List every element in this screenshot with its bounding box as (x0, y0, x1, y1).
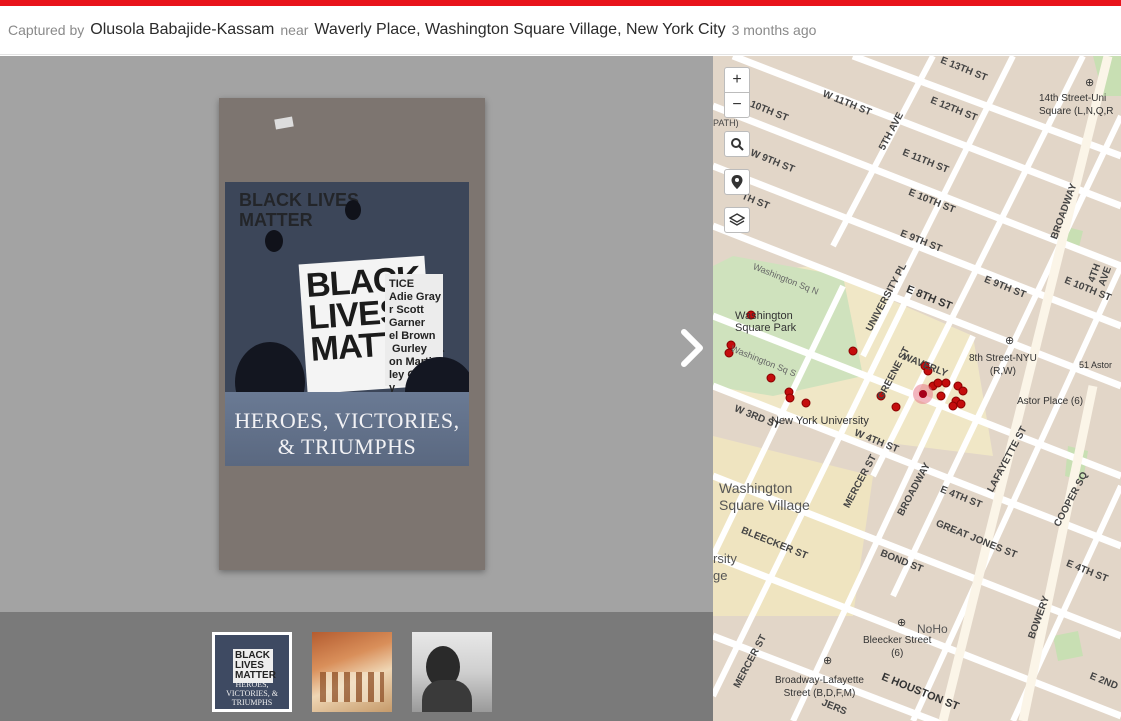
map[interactable]: E 13TH ST W 11TH ST E 12TH ST 10TH ST 5T… (713, 56, 1121, 721)
thumbnail-1-caption: HEROES, VICTORIES, & TRIUMPHS (226, 680, 278, 707)
thumbnail-2[interactable] (312, 632, 392, 712)
place-label-washington-sq-village: Washington Square Village (719, 480, 810, 513)
place-label-union-sq-station: 14th Street-Uni Square (L,N,Q,R (1039, 93, 1114, 117)
place-label-broadway-lafayette: Broadway-Lafayette Street (B,D,F,M) (775, 675, 864, 699)
search-icon (731, 138, 744, 151)
place-label-rsity: rsity ge (713, 551, 737, 583)
place-label-51-astor: 51 Astor (1079, 360, 1113, 370)
timestamp: 3 months ago (731, 22, 817, 38)
subway-icon: ⊕ (1085, 77, 1095, 89)
map-search-button[interactable] (724, 131, 750, 157)
photo-viewer: BLACK LIVES MATTER BLACK LIVES MATTER TI… (0, 56, 713, 612)
place-label-bleecker-station: Bleecker Street (6) (863, 635, 932, 659)
photo-caption-bar: Captured by Olusola Babajide-Kassam near… (0, 6, 1121, 55)
author-link[interactable]: Olusola Babajide-Kassam (90, 21, 274, 39)
place-label-astor-place: Astor Place (6) (1017, 396, 1084, 407)
street-label: PATH) (713, 118, 739, 128)
map-layers-button[interactable] (724, 207, 750, 233)
near-label: near (280, 22, 309, 38)
zoom-in-button[interactable]: + (724, 67, 750, 93)
subway-icon: ⊕ (823, 655, 833, 667)
zoom-out-button[interactable]: − (724, 92, 750, 118)
poster: BLACK LIVES MATTER BLACK LIVES MATTER TI… (225, 182, 469, 466)
place-label-nyu: New York University (771, 415, 869, 427)
thumbnail-strip: BLACK LIVES MATTER HEROES, VICTORIES, & … (0, 612, 713, 721)
thumbnail-3[interactable] (412, 632, 492, 712)
main-photo: BLACK LIVES MATTER BLACK LIVES MATTER TI… (219, 98, 485, 570)
map-pin-icon (731, 175, 743, 189)
map-locate-button[interactable] (724, 169, 750, 195)
subway-icon: ⊕ (897, 617, 907, 629)
layers-icon (729, 213, 745, 226)
next-arrow-icon[interactable] (676, 326, 708, 370)
place-label-8th-street-nyu: 8th Street-NYU (R,W) (969, 353, 1037, 377)
place-label-washington-sq-park: Washington Square Park (735, 310, 797, 334)
thumbnail-1[interactable]: BLACK LIVES MATTER HEROES, VICTORIES, & … (212, 632, 292, 712)
poster-caption: HEROES, VICTORIES, & TRIUMPHS (234, 408, 460, 459)
wall-text: BLACK LIVES MATTER (239, 190, 360, 230)
captured-by-label: Captured by (8, 22, 85, 38)
subway-icon: ⊕ (1005, 335, 1015, 347)
location-link[interactable]: Waverly Place, Washington Square Village… (314, 21, 725, 39)
